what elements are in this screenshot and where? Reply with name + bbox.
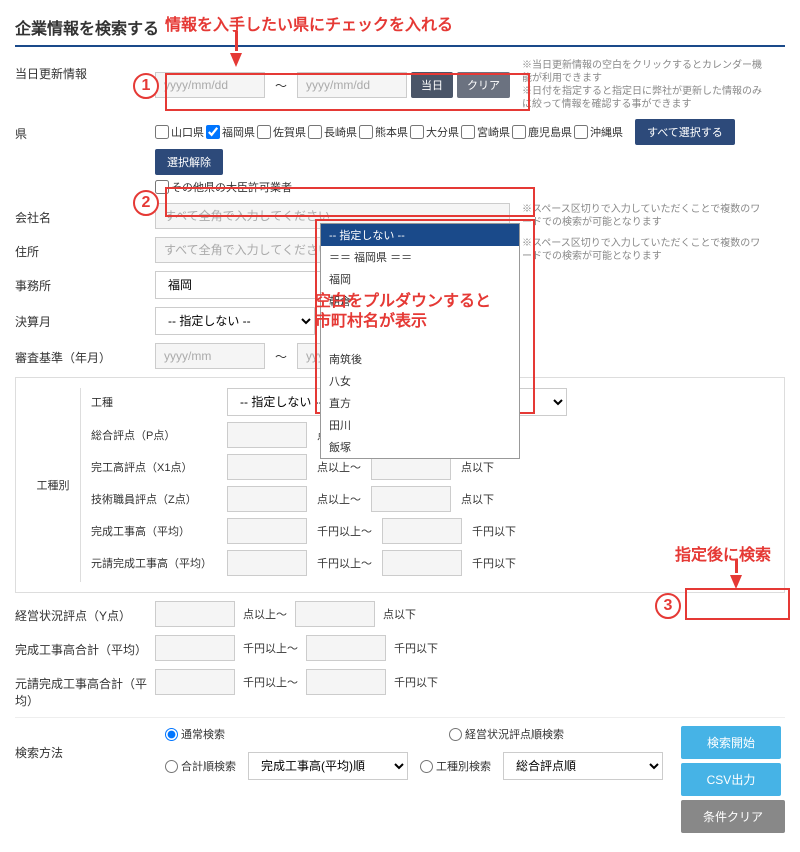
pref-checkbox-group: 山口県 福岡県 佐賀県 長崎県 熊本県 大分県 宮崎県 鹿児島県 沖縄県	[155, 124, 623, 140]
label-orig-total: 元請完成工事高合計（平均）	[15, 669, 155, 709]
pref-checkbox[interactable]	[410, 125, 424, 139]
search-button[interactable]: 検索開始	[681, 726, 781, 759]
orig-max-input[interactable]	[382, 550, 462, 576]
pref-label: 熊本県	[375, 124, 408, 140]
audit-from-input[interactable]	[155, 343, 265, 369]
page-title: 企業情報を検索する	[15, 15, 785, 47]
pref-checkbox[interactable]	[257, 125, 271, 139]
p-min-input[interactable]	[227, 422, 307, 448]
pref-label: 山口県	[171, 124, 204, 140]
done-min-input[interactable]	[227, 518, 307, 544]
pref-checkbox[interactable]	[206, 125, 220, 139]
dropdown-option[interactable]	[321, 312, 519, 330]
dropdown-option[interactable]: ＝＝ 福岡県 ＝＝	[321, 246, 519, 268]
dropdown-option[interactable]: 直方	[321, 392, 519, 414]
label-settle: 決算月	[15, 307, 155, 330]
label-y: 経営状況評点（Y点）	[15, 601, 155, 624]
date-to-input[interactable]	[297, 72, 407, 98]
label-done-total: 完成工事高合計（平均）	[15, 635, 155, 658]
today-button[interactable]: 当日	[411, 72, 453, 98]
y-max-input[interactable]	[295, 601, 375, 627]
pref-checkbox[interactable]	[574, 125, 588, 139]
hint-address: ※スペース区切りで入力していただくことで複数のワードでの検索が可能となります	[522, 237, 762, 263]
pref-other-checkbox[interactable]	[155, 180, 169, 194]
cond-clear-button[interactable]: 条件クリア	[681, 800, 785, 833]
label-method: 検索方法	[15, 726, 155, 761]
dropdown-option[interactable]: 福岡	[321, 268, 519, 290]
hint-company: ※スペース区切りで入力していただくことで複数のワードでの検索が可能となります	[522, 203, 762, 229]
orig-min-input[interactable]	[227, 550, 307, 576]
tilde: ～	[269, 77, 293, 94]
label-audit: 審査基準（年月）	[15, 343, 155, 366]
pref-label: 福岡県	[222, 124, 255, 140]
dropdown-option[interactable]: 田川	[321, 414, 519, 436]
dropdown-option[interactable]	[321, 330, 519, 348]
order2-select[interactable]: 総合評点順	[503, 752, 663, 780]
pref-label: 宮崎県	[477, 124, 510, 140]
label-worktype-group: 工種別	[26, 388, 81, 582]
settle-select[interactable]: -- 指定しない --	[155, 307, 315, 335]
pref-label: 鹿児島県	[528, 124, 572, 140]
x1-min-input[interactable]	[227, 454, 307, 480]
pref-other-label: その他県の大臣許可業者	[171, 179, 292, 195]
label-address: 住所	[15, 237, 155, 260]
pref-label: 沖縄県	[590, 124, 623, 140]
done-total-min-input[interactable]	[155, 635, 235, 661]
label-pref: 県	[15, 119, 155, 142]
label-total-p: 総合評点（P点）	[91, 427, 221, 443]
csv-button[interactable]: CSV出力	[681, 763, 781, 796]
order1-select[interactable]: 完成工事高(平均)順	[248, 752, 408, 780]
done-total-max-input[interactable]	[306, 635, 386, 661]
radio-mgmt[interactable]	[449, 728, 462, 741]
label-update: 当日更新情報	[15, 59, 155, 82]
done-max-input[interactable]	[382, 518, 462, 544]
dropdown-option[interactable]: 飯塚	[321, 436, 519, 458]
pref-checkbox[interactable]	[512, 125, 526, 139]
radio-by-type[interactable]	[420, 760, 433, 773]
label-office: 事務所	[15, 271, 155, 294]
dropdown-option[interactable]: 朝倉	[321, 290, 519, 312]
label-worktype: 工種	[91, 394, 221, 410]
label-company: 会社名	[15, 203, 155, 226]
pref-checkbox[interactable]	[155, 125, 169, 139]
dropdown-option[interactable]: -- 指定しない --	[321, 224, 519, 246]
pref-checkbox[interactable]	[308, 125, 322, 139]
hint-date: ※当日更新情報の空白をクリックするとカレンダー機能が利用できます ※日付を指定す…	[522, 59, 762, 111]
label-orig-avg: 元請完成工事高（平均）	[91, 555, 221, 571]
deselect-button[interactable]: 選択解除	[155, 149, 223, 175]
pref-label: 佐賀県	[273, 124, 306, 140]
pref-label: 長崎県	[324, 124, 357, 140]
label-z: 技術職員評点（Z点）	[91, 491, 221, 507]
tilde: ～	[269, 348, 293, 365]
dropdown-option[interactable]: 南筑後	[321, 348, 519, 370]
select-all-button[interactable]: すべて選択する	[635, 119, 735, 145]
label-x1: 完工高評点（X1点）	[91, 459, 221, 475]
office-dropdown-panel[interactable]: -- 指定しない -- ＝＝ 福岡県 ＝＝ 福岡 朝倉 南筑後 八女 直方 田川…	[320, 223, 520, 459]
y-min-input[interactable]	[155, 601, 235, 627]
clear-date-button[interactable]: クリア	[457, 72, 510, 98]
label-done-avg: 完成工事高（平均）	[91, 523, 221, 539]
z-max-input[interactable]	[371, 486, 451, 512]
radio-normal[interactable]	[165, 728, 178, 741]
pref-label: 大分県	[426, 124, 459, 140]
z-min-input[interactable]	[227, 486, 307, 512]
radio-total-order[interactable]	[165, 760, 178, 773]
orig-total-min-input[interactable]	[155, 669, 235, 695]
pref-checkbox[interactable]	[359, 125, 373, 139]
orig-total-max-input[interactable]	[306, 669, 386, 695]
date-from-input[interactable]	[155, 72, 265, 98]
dropdown-option[interactable]: 八女	[321, 370, 519, 392]
pref-checkbox[interactable]	[461, 125, 475, 139]
